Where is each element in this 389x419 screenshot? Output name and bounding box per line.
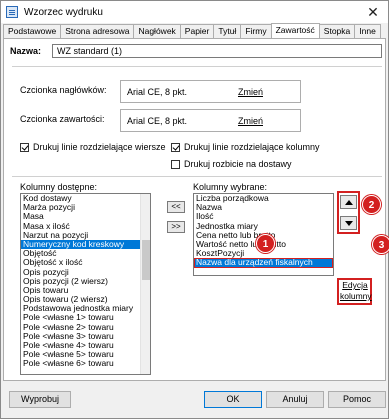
move-up-button[interactable] bbox=[340, 195, 357, 209]
close-icon[interactable]: ✕ bbox=[364, 3, 382, 21]
tab-strip: Podstawowe Strona adresowa Nagłówek Papi… bbox=[3, 23, 388, 38]
print-template-window: Wzorzec wydruku ✕ Podstawowe Strona adre… bbox=[0, 0, 389, 419]
title-bar: Wzorzec wydruku ✕ bbox=[1, 1, 388, 23]
tab-tytul[interactable]: Tytuł bbox=[213, 24, 242, 38]
scroll-thumb[interactable] bbox=[142, 240, 150, 280]
tab-zawartosc[interactable]: Zawartość bbox=[270, 23, 320, 38]
app-icon bbox=[6, 6, 18, 18]
edit-column-line2[interactable]: kolumny bbox=[340, 291, 372, 301]
header-font-change-link[interactable]: Zmień bbox=[238, 87, 263, 97]
remove-column-button[interactable]: << bbox=[167, 201, 185, 213]
arrow-up-icon bbox=[344, 199, 353, 205]
available-columns-label: Kolumny dostępne: bbox=[20, 182, 98, 192]
list-item-selected[interactable]: Nazwa dla urządzeń fiskalnych bbox=[194, 258, 333, 268]
name-field[interactable]: WZ standard (1) bbox=[52, 44, 382, 58]
header-font-value: Arial CE, 8 pkt. bbox=[127, 87, 188, 97]
content-font-value: Arial CE, 8 pkt. bbox=[127, 116, 188, 126]
print-column-lines-label: Drukuj linie rozdzielające kolumny bbox=[184, 142, 320, 152]
tab-papier[interactable]: Papier bbox=[179, 24, 215, 38]
content-font-label: Czcionka zawartości: bbox=[20, 114, 105, 124]
content-font-box: Arial CE, 8 pkt. Zmień bbox=[120, 109, 301, 132]
checkbox-checked-icon[interactable] bbox=[20, 142, 29, 152]
header-font-label: Czcionka nagłówków: bbox=[20, 85, 107, 95]
separator bbox=[12, 176, 382, 177]
add-column-button[interactable]: >> bbox=[167, 221, 185, 233]
help-button[interactable]: Pomoc bbox=[328, 391, 386, 408]
chosen-columns-label: Kolumny wybrane: bbox=[193, 182, 268, 192]
callout-badge-1: 1 bbox=[256, 234, 275, 253]
available-list-scrollbar[interactable] bbox=[140, 194, 150, 374]
checkbox-checked-icon[interactable] bbox=[171, 142, 180, 152]
tab-firmy[interactable]: Firmy bbox=[240, 24, 272, 38]
content-font-change-link[interactable]: Zmień bbox=[238, 116, 263, 126]
restore-button[interactable]: Wyprobuj bbox=[9, 391, 71, 408]
tab-stopka[interactable]: Stopka bbox=[318, 24, 356, 38]
edit-column-link[interactable]: Edycja kolumny bbox=[340, 280, 372, 302]
ok-button[interactable]: OK bbox=[204, 391, 262, 408]
callout-badge-3: 3 bbox=[372, 235, 389, 254]
tab-strona-adresowa[interactable]: Strona adresowa bbox=[60, 24, 135, 38]
print-column-lines-checkbox[interactable]: Drukuj linie rozdzielające kolumny bbox=[171, 142, 320, 152]
arrow-down-icon bbox=[344, 220, 353, 226]
list-item[interactable]: Pole <własne 6> towaru bbox=[21, 359, 150, 368]
cancel-button[interactable]: Anuluj bbox=[266, 391, 324, 408]
list-item[interactable]: Nazwa bbox=[194, 202, 333, 212]
name-label: Nazwa: bbox=[10, 46, 42, 56]
tab-podstawowe[interactable]: Podstawowe bbox=[3, 24, 62, 38]
content-tab-panel: Nazwa: WZ standard (1) Czcionka nagłówkó… bbox=[3, 38, 389, 381]
callout-badge-2: 2 bbox=[362, 195, 381, 214]
print-deliveries-label: Drukuj rozbicie na dostawy bbox=[184, 159, 292, 169]
checkbox-unchecked-icon[interactable] bbox=[171, 159, 180, 169]
print-deliveries-checkbox[interactable]: Drukuj rozbicie na dostawy bbox=[171, 159, 292, 169]
tab-inne[interactable]: Inne bbox=[354, 24, 381, 38]
tab-naglowek[interactable]: Nagłówek bbox=[133, 24, 181, 38]
edit-column-line1[interactable]: Edycja bbox=[342, 280, 368, 290]
header-font-box: Arial CE, 8 pkt. Zmień bbox=[120, 80, 301, 103]
print-row-lines-checkbox[interactable]: Drukuj linie rozdzielające wiersze bbox=[20, 142, 166, 152]
window-title: Wzorzec wydruku bbox=[24, 6, 103, 18]
available-columns-list[interactable]: Kod dostawy Marża pozycji Masa Masa x il… bbox=[20, 193, 151, 375]
separator bbox=[12, 66, 382, 67]
move-down-button[interactable] bbox=[340, 216, 357, 230]
print-row-lines-label: Drukuj linie rozdzielające wiersze bbox=[33, 142, 166, 152]
